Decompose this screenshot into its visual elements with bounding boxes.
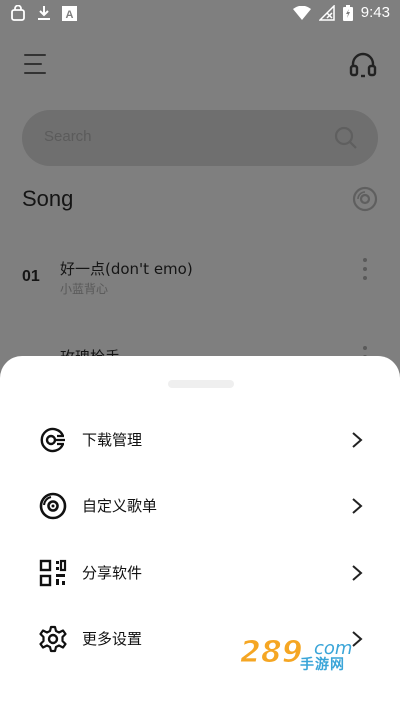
shopping-bag-icon	[11, 5, 25, 21]
settings-gear-icon	[39, 625, 67, 653]
search-input[interactable]: Search	[44, 128, 92, 145]
sheet-item-download-manager[interactable]: 下载管理	[0, 413, 400, 467]
sheet-item-label: 自定义歌单	[82, 497, 158, 515]
clock: 9:43	[360, 4, 390, 21]
disc-icon[interactable]	[352, 186, 378, 212]
chevron-right-icon	[352, 432, 363, 448]
search-icon[interactable]	[334, 126, 358, 150]
song-row[interactable]: 01 好一点(don't emo) 小蓝背心	[0, 258, 400, 318]
no-signal-icon	[318, 4, 335, 21]
status-bar: A 9:43	[0, 0, 400, 28]
chevron-right-icon	[352, 498, 363, 514]
qr-code-icon	[39, 559, 67, 587]
svg-text:A: A	[66, 9, 74, 21]
sheet-item-label: 更多设置	[82, 630, 143, 648]
download-manager-icon	[40, 427, 65, 453]
sheet-item-share-app[interactable]: 分享软件	[0, 546, 400, 600]
wifi-icon	[292, 5, 311, 20]
hamburger-menu-icon[interactable]	[24, 54, 50, 78]
headset-icon[interactable]	[348, 50, 378, 80]
custom-playlist-icon	[39, 492, 67, 520]
watermark-text: 手游网	[300, 657, 345, 673]
song-artist: 小蓝背心	[60, 282, 109, 296]
song-title: 好一点(don't emo)	[60, 260, 193, 278]
sheet-drag-handle[interactable]	[168, 380, 234, 388]
sheet-item-label: 下载管理	[82, 431, 143, 449]
song-number: 01	[22, 268, 40, 285]
sheet-item-label: 分享软件	[82, 564, 143, 582]
more-options-icon[interactable]	[362, 258, 368, 284]
svg-text:289: 289	[240, 635, 303, 670]
chevron-right-icon	[352, 565, 363, 581]
battery-charging-icon	[342, 4, 353, 21]
download-icon	[38, 6, 50, 20]
sheet-item-custom-playlist[interactable]: 自定义歌单	[0, 479, 400, 533]
search-bar[interactable]: Search	[22, 110, 378, 166]
section-title: Song	[22, 186, 74, 211]
app-a-icon: A	[62, 5, 77, 21]
